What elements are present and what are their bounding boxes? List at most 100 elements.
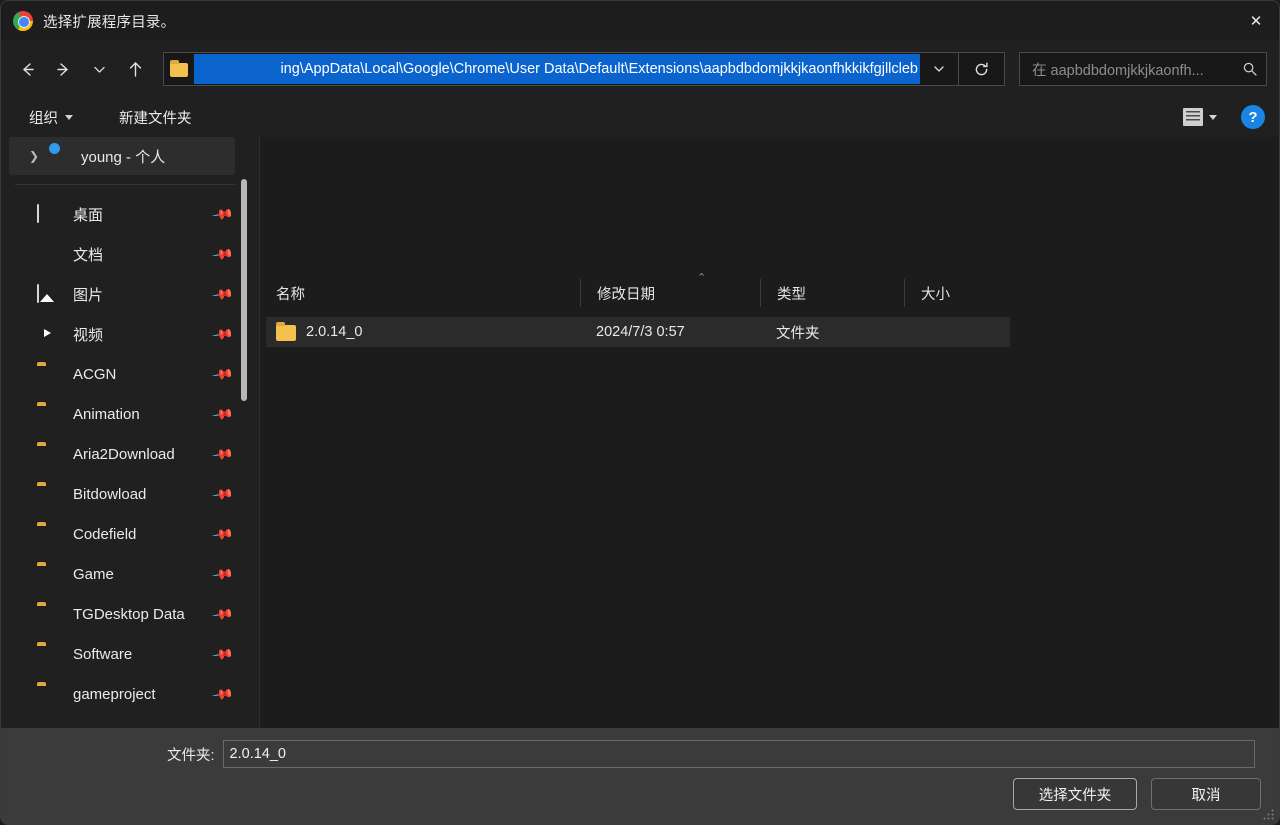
folder-name-input[interactable]: 2.0.14_0 [222,740,1255,768]
video-icon [37,325,59,343]
sidebar-item-onedrive[interactable]: ❯ young - 个人 [9,137,235,175]
folder-icon [276,322,296,341]
sidebar-item-label: ACGN [73,365,117,383]
chevron-down-icon [65,114,73,120]
column-header-size[interactable]: 大小 [904,279,1005,307]
column-header-type[interactable]: 类型 [760,279,904,307]
pin-icon[interactable]: 📌 [210,362,234,386]
sidebar-item-label: TGDesktop Data [73,605,185,623]
new-folder-button[interactable]: 新建文件夹 [109,102,202,133]
desktop-icon [37,204,59,223]
recent-locations-button[interactable] [81,51,117,87]
sidebar-item-label: Codefield [73,525,137,543]
window-title: 选择扩展程序目录。 [43,14,176,31]
command-bar-right: ? [1183,97,1265,137]
row-date: 2024/7/3 0:57 [596,324,685,340]
back-button[interactable] [9,51,45,87]
address-folder-icon [164,53,194,85]
folder-icon [37,405,59,423]
sidebar-item-tgdesktop-data[interactable]: TGDesktop Data 📌 [1,594,259,634]
pin-icon[interactable]: 📌 [210,602,234,626]
search-icon[interactable] [1242,61,1258,77]
document-icon [37,245,59,263]
pin-icon[interactable]: 📌 [210,482,234,506]
file-list-pane: ⌃ 名称 修改日期 类型 大小 2.0.14_0 2024/7/3 0:57 文… [260,137,1279,728]
pin-icon[interactable]: 📌 [210,242,234,266]
pin-icon[interactable]: 📌 [210,202,234,226]
sidebar-item-label: 文档 [73,246,104,264]
folder-icon [37,525,59,543]
sidebar-item-aria2download[interactable]: Aria2Download 📌 [1,434,259,474]
sidebar-item-software[interactable]: Software 📌 [1,634,259,674]
folder-icon [37,365,59,383]
column-header-name[interactable]: 名称 [260,279,580,307]
titlebar: 选择扩展程序目录。 ✕ [1,1,1279,41]
sidebar-item-label: Game [73,565,114,583]
sidebar-item-videos[interactable]: 视频 📌 [1,314,259,354]
picture-icon [37,284,59,303]
pin-icon[interactable]: 📌 [210,322,234,346]
chevron-right-icon[interactable]: ❯ [23,149,45,163]
pin-icon[interactable]: 📌 [210,682,234,706]
address-path-text[interactable]: ing\AppData\Local\Google\Chrome\User Dat… [194,54,920,84]
refresh-button[interactable] [959,52,1005,86]
column-header-date[interactable]: 修改日期 [580,279,760,307]
row-name: 2.0.14_0 [306,324,363,340]
organize-button[interactable]: 组织 [19,102,83,133]
help-icon[interactable]: ? [1241,105,1265,129]
sidebar-item-bitdowload[interactable]: Bitdowload 📌 [1,474,259,514]
sidebar-item-acgn[interactable]: ACGN 📌 [1,354,259,394]
folder-icon [37,445,59,463]
sidebar-scrollbar[interactable] [241,179,247,401]
pin-icon[interactable]: 📌 [210,642,234,666]
search-box[interactable]: 在 aapbdbdomjkkjkaonfh... [1019,52,1267,86]
folder-icon [37,565,59,583]
address-path-value: ing\AppData\Local\Google\Chrome\User Dat… [280,61,918,77]
file-picker-dialog: 选择扩展程序目录。 ✕ ing\AppData\Local\Google\Chr… [0,0,1280,825]
pin-icon[interactable]: 📌 [210,522,234,546]
new-folder-label: 新建文件夹 [119,110,192,127]
cancel-button[interactable]: 取消 [1151,778,1261,810]
pin-icon[interactable]: 📌 [210,402,234,426]
sidebar-item-codefield[interactable]: Codefield 📌 [1,514,259,554]
sidebar-item-animation[interactable]: Animation 📌 [1,394,259,434]
pin-icon[interactable]: 📌 [210,282,234,306]
onedrive-cloud-icon [45,147,67,165]
sidebar-item-pictures[interactable]: 图片 📌 [1,274,259,314]
pin-icon[interactable]: 📌 [210,442,234,466]
column-label: 类型 [777,286,806,303]
address-bar[interactable]: ing\AppData\Local\Google\Chrome\User Dat… [163,52,959,86]
close-icon[interactable]: ✕ [1233,1,1279,41]
search-input[interactable]: 在 aapbdbdomjkkjkaonfh... [1032,59,1242,80]
sidebar-item-label: Bitdowload [73,485,147,503]
address-dropdown-icon[interactable] [920,53,958,85]
sidebar-item-gameproject[interactable]: gameproject 📌 [1,674,259,714]
pin-icon[interactable]: 📌 [210,562,234,586]
column-label: 名称 [276,286,305,303]
forward-button[interactable] [45,51,81,87]
command-bar: 组织 新建文件夹 ? [1,97,1279,137]
resize-grip-icon[interactable] [1263,809,1274,820]
view-dropdown-chevron-down-icon[interactable] [1209,114,1217,120]
sidebar-item-game[interactable]: Game 📌 [1,554,259,594]
footer-buttons: 选择文件夹 取消 [1013,778,1261,810]
organize-label: 组织 [29,110,58,127]
folder-name-row: 文件夹: 2.0.14_0 [1,728,1279,768]
folder-icon [37,685,59,703]
list-view-icon[interactable] [1183,108,1203,126]
sidebar-divider [15,184,235,185]
folder-icon [37,605,59,623]
sidebar-item-desktop[interactable]: 桌面 📌 [1,194,259,234]
sidebar-item-label: Animation [73,405,140,423]
sidebar: ❯ young - 个人 桌面 📌 文档 📌 图片 📌 视频 📌 ACGN 📌 … [1,137,259,728]
sidebar-item-label: young - 个人 [81,148,166,166]
sidebar-item-label: 视频 [73,326,104,344]
sidebar-item-label: 图片 [73,286,104,304]
up-button[interactable] [117,51,153,87]
file-list-header: 名称 修改日期 类型 大小 [260,279,1279,307]
table-row[interactable]: 2.0.14_0 2024/7/3 0:57 文件夹 [266,317,1010,347]
sidebar-item-documents[interactable]: 文档 📌 [1,234,259,274]
select-folder-button[interactable]: 选择文件夹 [1013,778,1137,810]
sidebar-item-label: Software [73,645,133,663]
folder-icon [37,485,59,503]
